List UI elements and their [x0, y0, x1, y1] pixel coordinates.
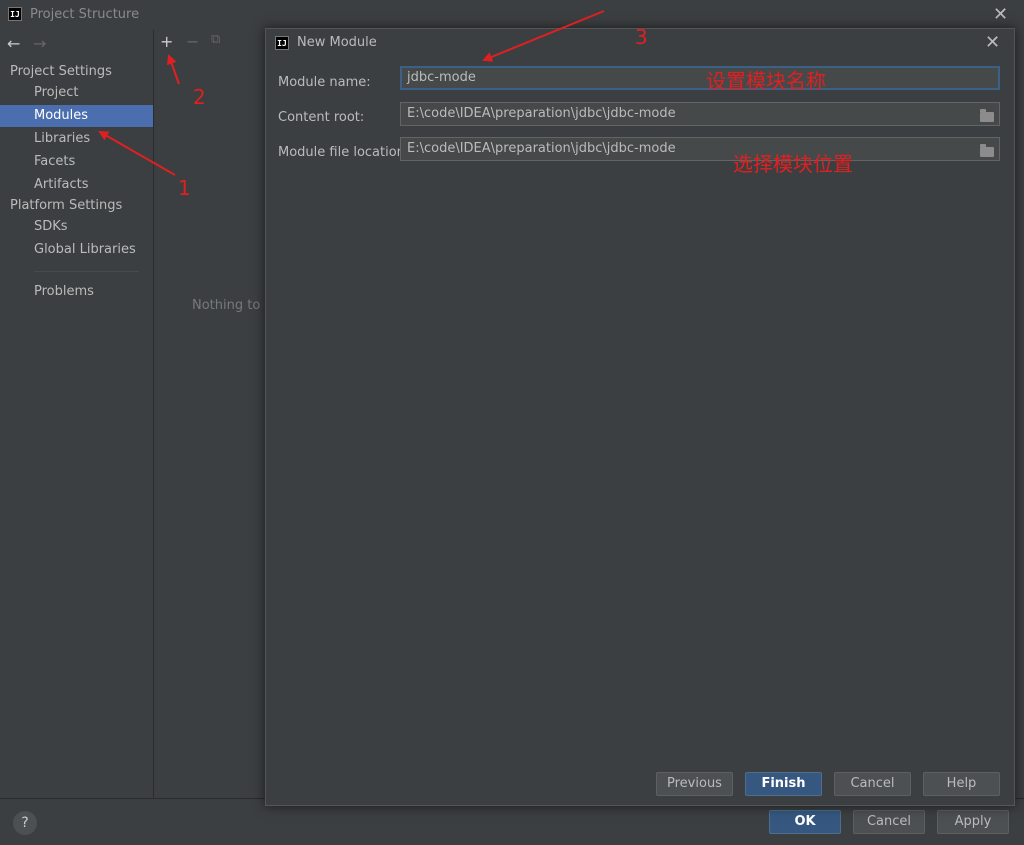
- annotation-set-module-name: 设置模块名称: [706, 69, 826, 93]
- sidebar-divider: [34, 271, 139, 272]
- copy-icon[interactable]: ⧉: [211, 32, 220, 47]
- forward-arrow-icon[interactable]: →: [33, 34, 46, 53]
- module-file-location-folder-icon[interactable]: [980, 144, 994, 157]
- add-icon[interactable]: +: [160, 32, 173, 51]
- intellij-logo-icon: IJ: [8, 7, 22, 21]
- content-root-label: Content root:: [278, 110, 365, 125]
- annotation-step-3: 3: [635, 25, 648, 49]
- finish-button[interactable]: Finish: [745, 772, 822, 796]
- dialog-close-icon[interactable]: ✕: [985, 34, 1000, 52]
- sidebar-item-artifacts[interactable]: Artifacts: [0, 174, 153, 196]
- ok-button[interactable]: OK: [769, 810, 841, 834]
- module-file-location-label: Module file location:: [278, 145, 410, 160]
- empty-state-text: Nothing to s: [192, 298, 265, 313]
- sidebar-item-facets[interactable]: Facets: [0, 151, 153, 173]
- back-arrow-icon[interactable]: ←: [7, 34, 20, 53]
- window-close-icon[interactable]: ✕: [993, 6, 1008, 24]
- window-title: Project Structure: [30, 7, 140, 22]
- title-bar: IJ Project Structure ✕: [0, 0, 1024, 30]
- content-root-folder-icon[interactable]: [980, 109, 994, 122]
- new-module-dialog: IJ New Module ✕ Module name: jdbc-mode C…: [265, 28, 1015, 806]
- sidebar-item-problems[interactable]: Problems: [0, 281, 153, 303]
- sidebar-item-global-libraries[interactable]: Global Libraries: [0, 239, 153, 261]
- modules-panel: [154, 30, 266, 798]
- cancel-button[interactable]: Cancel: [853, 810, 925, 834]
- remove-icon[interactable]: −: [186, 32, 199, 51]
- annotation-step-2: 2: [193, 85, 206, 109]
- apply-button[interactable]: Apply: [937, 810, 1009, 834]
- dialog-logo-icon: IJ: [275, 36, 289, 50]
- module-name-input[interactable]: jdbc-mode: [400, 66, 1000, 90]
- dialog-help-button[interactable]: Help: [923, 772, 1000, 796]
- content-root-field[interactable]: E:\code\IDEA\preparation\jdbc\jdbc-mode: [400, 102, 1000, 126]
- annotation-step-1: 1: [178, 176, 191, 200]
- dialog-title: New Module: [297, 35, 377, 50]
- platform-settings-header: Platform Settings: [10, 198, 123, 213]
- module-file-location-field[interactable]: E:\code\IDEA\preparation\jdbc\jdbc-mode: [400, 137, 1000, 161]
- module-name-label: Module name:: [278, 75, 371, 90]
- project-settings-header: Project Settings: [10, 64, 112, 79]
- annotation-choose-module-location: 选择模块位置: [733, 152, 853, 176]
- sidebar-item-project[interactable]: Project: [0, 82, 153, 104]
- sidebar-item-modules[interactable]: Modules: [0, 105, 153, 127]
- previous-button[interactable]: Previous: [656, 772, 733, 796]
- dialog-cancel-button[interactable]: Cancel: [834, 772, 911, 796]
- help-icon[interactable]: ?: [13, 811, 37, 835]
- sidebar-item-sdks[interactable]: SDKs: [0, 216, 153, 238]
- sidebar-item-libraries[interactable]: Libraries: [0, 128, 153, 150]
